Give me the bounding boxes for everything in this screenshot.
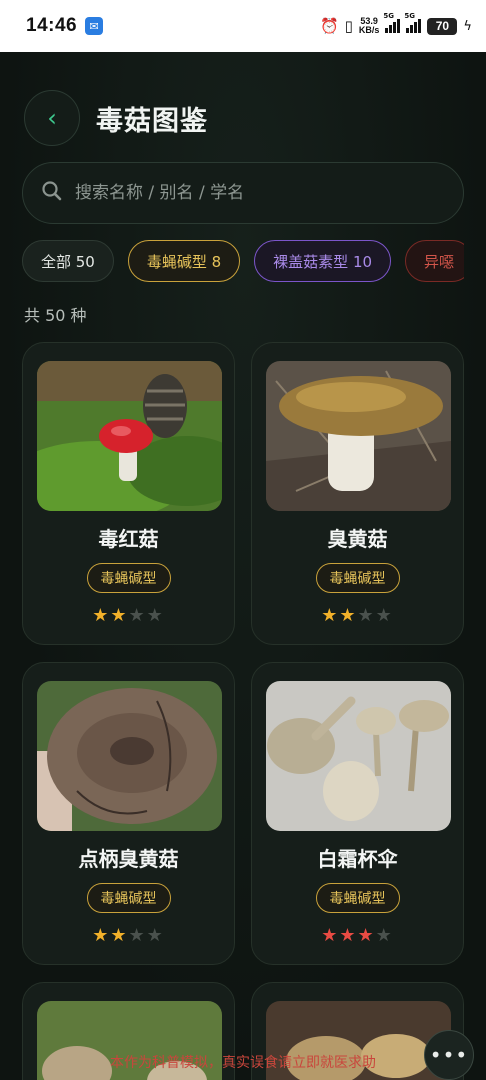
toxicity-rating: ★★★★	[23, 605, 234, 626]
species-name: 毒红菇	[98, 527, 159, 551]
app-notification-icon: ✉	[85, 17, 104, 35]
species-photo	[266, 361, 451, 511]
star-icon: ★	[128, 925, 147, 946]
star-icon: ★	[110, 925, 129, 946]
toxin-type-badge: 毒蝇碱型	[86, 563, 171, 593]
net-speed: 53.9 KB/s	[358, 16, 380, 35]
star-icon: ★	[92, 605, 111, 626]
star-icon: ★	[146, 925, 165, 946]
toxin-type-badge: 毒蝇碱型	[315, 883, 400, 913]
star-icon: ★	[339, 925, 358, 946]
star-icon: ★	[357, 605, 376, 626]
status-icons: ⏰ ▯ 53.9 KB/s 5G 5G 70 ϟ	[319, 12, 472, 35]
header: ‹ 毒菇图鉴	[24, 90, 208, 146]
filter-chip-all[interactable]: 全部 50	[22, 240, 114, 282]
species-name: 点柄臭黄菇	[78, 847, 179, 871]
vibrate-icon: ▯	[344, 17, 353, 35]
species-card[interactable]: 毒红菇 毒蝇碱型 ★★★★	[22, 342, 235, 645]
star-icon: ★	[321, 925, 340, 946]
filter-chip-ibotenic[interactable]: 异噁	[405, 240, 464, 282]
species-name: 白霜杯伞	[317, 847, 398, 871]
star-icon: ★	[92, 925, 111, 946]
status-bar: 14:46 ✉ ⏰ ▯ 53.9 KB/s 5G 5G 70 ϟ	[0, 0, 486, 52]
filter-chip-psilocybin[interactable]: 裸盖菇素型 10	[254, 240, 392, 282]
species-card[interactable]: 白霜杯伞 毒蝇碱型 ★★★★	[251, 662, 464, 965]
toxicity-rating: ★★★★	[252, 925, 463, 946]
back-button[interactable]: ‹	[24, 90, 80, 146]
search-bar[interactable]	[22, 162, 464, 224]
star-icon: ★	[146, 605, 165, 626]
charging-icon: ϟ	[463, 18, 472, 34]
toxicity-rating: ★★★★	[23, 925, 234, 946]
signal-icon: 5G	[383, 12, 401, 33]
filter-chips: 全部 50 毒蝇碱型 8 裸盖菇素型 10 异噁	[22, 240, 464, 282]
star-icon: ★	[128, 605, 147, 626]
more-options-button[interactable]: •••	[424, 1030, 474, 1080]
species-photo	[266, 681, 451, 831]
page-title: 毒菇图鉴	[96, 105, 208, 137]
star-icon: ★	[375, 925, 394, 946]
search-icon	[41, 180, 63, 207]
star-icon: ★	[110, 605, 129, 626]
species-photo	[37, 361, 222, 511]
more-horizontal-icon: •••	[429, 1043, 469, 1067]
filter-chip-muscarine[interactable]: 毒蝇碱型 8	[127, 240, 241, 282]
species-card[interactable]: 臭黄菇 毒蝇碱型 ★★★★	[251, 342, 464, 645]
species-card[interactable]: 点柄臭黄菇 毒蝇碱型 ★★★★	[22, 662, 235, 965]
safety-disclaimer: 本作为科普模拟，真实误食请立即就医求助	[110, 1055, 376, 1071]
search-input[interactable]	[75, 183, 415, 203]
result-count: 共 50 种	[24, 306, 87, 325]
star-icon: ★	[357, 925, 376, 946]
alarm-icon: ⏰	[319, 17, 339, 35]
star-icon: ★	[339, 605, 358, 626]
toxicity-rating: ★★★★	[252, 605, 463, 626]
toxin-type-badge: 毒蝇碱型	[86, 883, 171, 913]
star-icon: ★	[321, 605, 340, 626]
app-screen: ‹ 毒菇图鉴 全部 50 毒蝇碱型 8 裸盖菇素型 10 异噁 共 50 种	[0, 52, 486, 1080]
star-icon: ★	[375, 605, 394, 626]
toxin-type-badge: 毒蝇碱型	[315, 563, 400, 593]
species-name: 臭黄菇	[327, 527, 388, 551]
chevron-left-icon: ‹	[47, 104, 57, 132]
signal-icon-2: 5G	[404, 12, 422, 33]
species-photo	[37, 681, 222, 831]
battery-icon: 70	[427, 17, 458, 35]
status-time: 14:46	[26, 15, 78, 36]
